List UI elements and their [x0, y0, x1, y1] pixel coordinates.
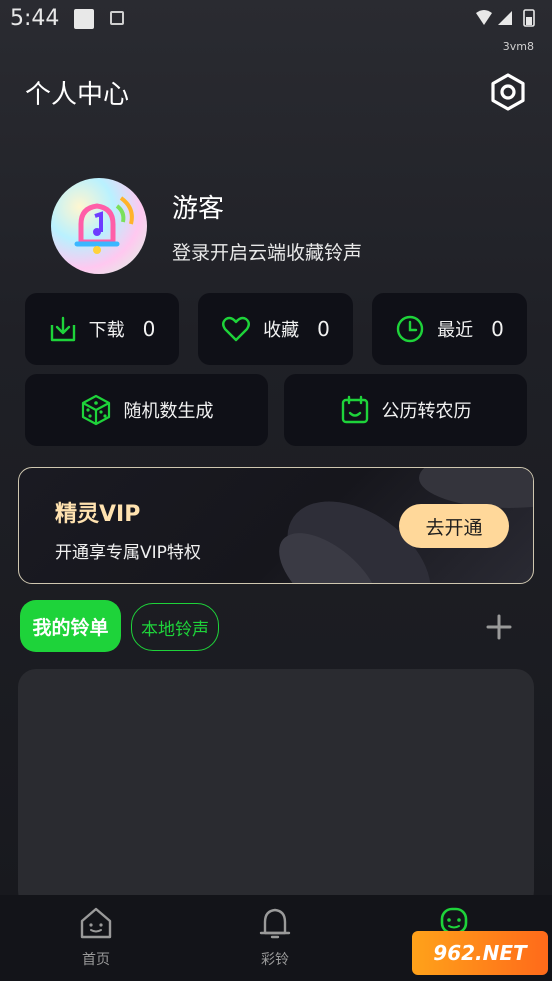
notification-icon [74, 9, 94, 29]
tool-calendar-convert[interactable]: 公历转农历 [284, 374, 527, 446]
watermark-text: 962.NET [433, 941, 527, 965]
stat-card-download[interactable]: 下载 0 [25, 293, 179, 365]
stat-card-recent[interactable]: 最近 0 [372, 293, 527, 365]
vip-subtitle: 开通享专属VIP特权 [55, 543, 201, 563]
avatar[interactable] [51, 178, 147, 274]
bell-logo-icon [74, 196, 134, 254]
vip-banner[interactable]: 精灵VIP 开通享专属VIP特权 去开通 [18, 467, 534, 584]
add-icon[interactable] [484, 612, 514, 642]
vip-title: 精灵VIP [55, 502, 141, 527]
ringtone-list-panel [18, 669, 534, 909]
tab-local-ringtone[interactable]: 本地铃声 [131, 603, 219, 651]
tool-label-random: 随机数生成 [123, 401, 214, 422]
stat-label-download: 下载 [88, 320, 125, 341]
status-time: 5:44 [10, 6, 60, 31]
tool-random-number[interactable]: 随机数生成 [25, 374, 268, 446]
notification-icon-2 [110, 11, 124, 25]
stat-count-favorite: 0 [317, 317, 330, 341]
tab-my-list[interactable]: 我的铃单 [20, 600, 121, 652]
stat-count-recent: 0 [491, 317, 504, 341]
clock-icon [396, 315, 424, 343]
stat-label-recent: 最近 [437, 320, 474, 341]
status-tag: 3vm8 [502, 40, 534, 53]
watermark-logo: 962.NET [412, 931, 548, 975]
nav-home-label: 首页 [82, 952, 110, 968]
dice-icon [81, 394, 110, 426]
settings-icon[interactable] [488, 72, 528, 112]
nav-ringtone[interactable]: 彩铃 [235, 905, 315, 969]
calendar-icon [341, 395, 368, 424]
page-title: 个人中心 [25, 80, 130, 110]
user-name[interactable]: 游客 [172, 188, 224, 225]
download-icon [50, 316, 75, 342]
login-prompt[interactable]: 登录开启云端收藏铃声 [172, 238, 362, 265]
stat-count-download: 0 [142, 317, 156, 341]
home-icon [80, 907, 112, 939]
bell-icon [259, 908, 291, 939]
stat-label-favorite: 收藏 [263, 320, 300, 341]
nav-home[interactable]: 首页 [56, 905, 136, 969]
stat-card-favorite[interactable]: 收藏 0 [198, 293, 353, 365]
tool-label-calendar: 公历转农历 [381, 401, 472, 422]
signal-battery-icon [476, 9, 535, 27]
vip-open-button[interactable]: 去开通 [399, 504, 509, 548]
nav-ringtone-label: 彩铃 [261, 952, 289, 968]
heart-icon [222, 316, 251, 342]
